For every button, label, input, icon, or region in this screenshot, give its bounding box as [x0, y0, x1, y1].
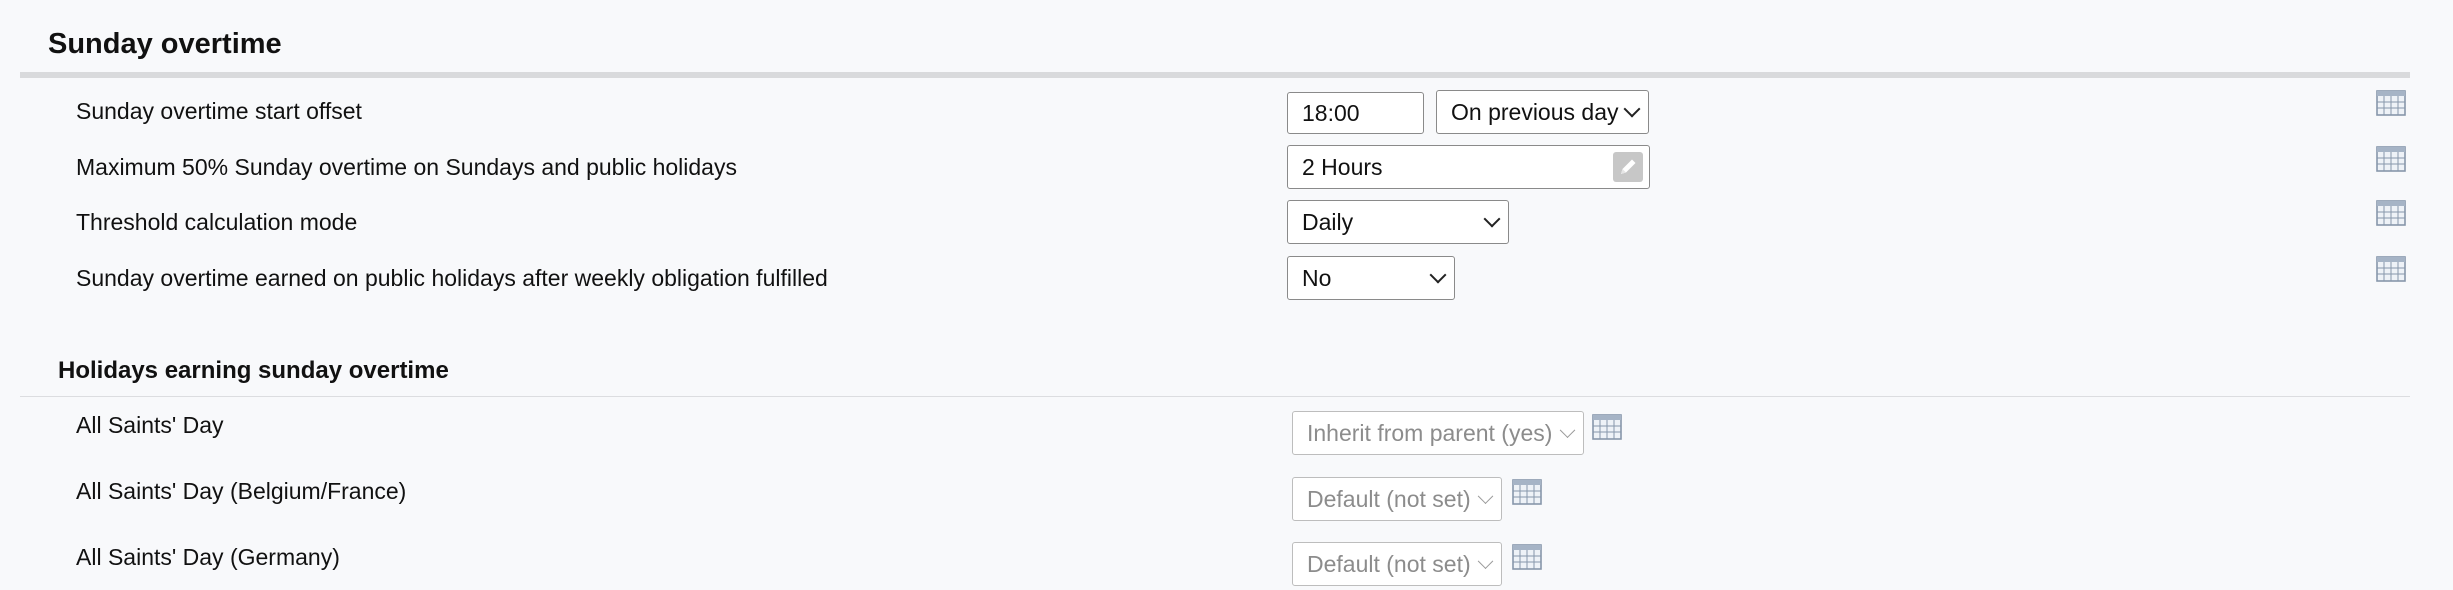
- section-divider: [20, 72, 2410, 78]
- chevron-down-icon: [1477, 488, 1494, 505]
- public-holidays-obligation-select[interactable]: No: [1287, 256, 1455, 300]
- holiday-select-all-saints-belgium-france[interactable]: Default (not set): [1292, 477, 1502, 521]
- section-title: Sunday overtime: [48, 28, 282, 60]
- threshold-mode-value: Daily: [1302, 208, 1354, 235]
- holiday-value-all-saints: Inherit from parent (yes): [1307, 419, 1553, 446]
- start-offset-day-value: On previous day: [1451, 98, 1619, 125]
- setting-label-public-holidays-obligation: Sunday overtime earned on public holiday…: [76, 265, 828, 291]
- chevron-down-icon: [1429, 266, 1447, 284]
- holiday-label-all-saints-belgium-france: All Saints' Day (Belgium/France): [76, 478, 407, 504]
- holidays-section-title: Holidays earning sunday overtime: [58, 357, 449, 384]
- start-offset-day-select[interactable]: On previous day: [1436, 90, 1649, 134]
- start-offset-time-value: 18:00: [1302, 99, 1360, 126]
- calendar-icon[interactable]: [1512, 479, 1542, 505]
- max-sunday-overtime-value: 2 Hours: [1302, 153, 1383, 180]
- holiday-label-all-saints: All Saints' Day: [76, 412, 224, 438]
- calendar-icon[interactable]: [2376, 90, 2406, 116]
- chevron-down-icon: [1483, 210, 1501, 228]
- holiday-label-all-saints-germany: All Saints' Day (Germany): [76, 544, 340, 570]
- calendar-icon[interactable]: [1592, 414, 1622, 440]
- setting-label-threshold-mode: Threshold calculation mode: [76, 209, 358, 235]
- threshold-mode-select[interactable]: Daily: [1287, 200, 1509, 244]
- pencil-icon[interactable]: [1613, 152, 1643, 182]
- max-sunday-overtime-field[interactable]: 2 Hours: [1287, 145, 1650, 189]
- chevron-down-icon: [1559, 422, 1576, 439]
- calendar-icon[interactable]: [2376, 146, 2406, 172]
- holiday-select-all-saints[interactable]: Inherit from parent (yes): [1292, 411, 1584, 455]
- calendar-icon[interactable]: [1512, 544, 1542, 570]
- holiday-value-all-saints-belgium-france: Default (not set): [1307, 485, 1471, 512]
- holiday-select-all-saints-germany[interactable]: Default (not set): [1292, 542, 1502, 586]
- public-holidays-obligation-value: No: [1302, 264, 1332, 291]
- holiday-value-all-saints-germany: Default (not set): [1307, 550, 1471, 577]
- setting-label-max-sunday-overtime: Maximum 50% Sunday overtime on Sundays a…: [76, 154, 737, 180]
- setting-label-start-offset: Sunday overtime start offset: [76, 98, 362, 124]
- chevron-down-icon: [1623, 100, 1641, 118]
- calendar-icon[interactable]: [2376, 256, 2406, 282]
- chevron-down-icon: [1477, 553, 1494, 570]
- holidays-divider: [20, 396, 2410, 397]
- calendar-icon[interactable]: [2376, 200, 2406, 226]
- start-offset-time-input[interactable]: 18:00: [1287, 92, 1424, 134]
